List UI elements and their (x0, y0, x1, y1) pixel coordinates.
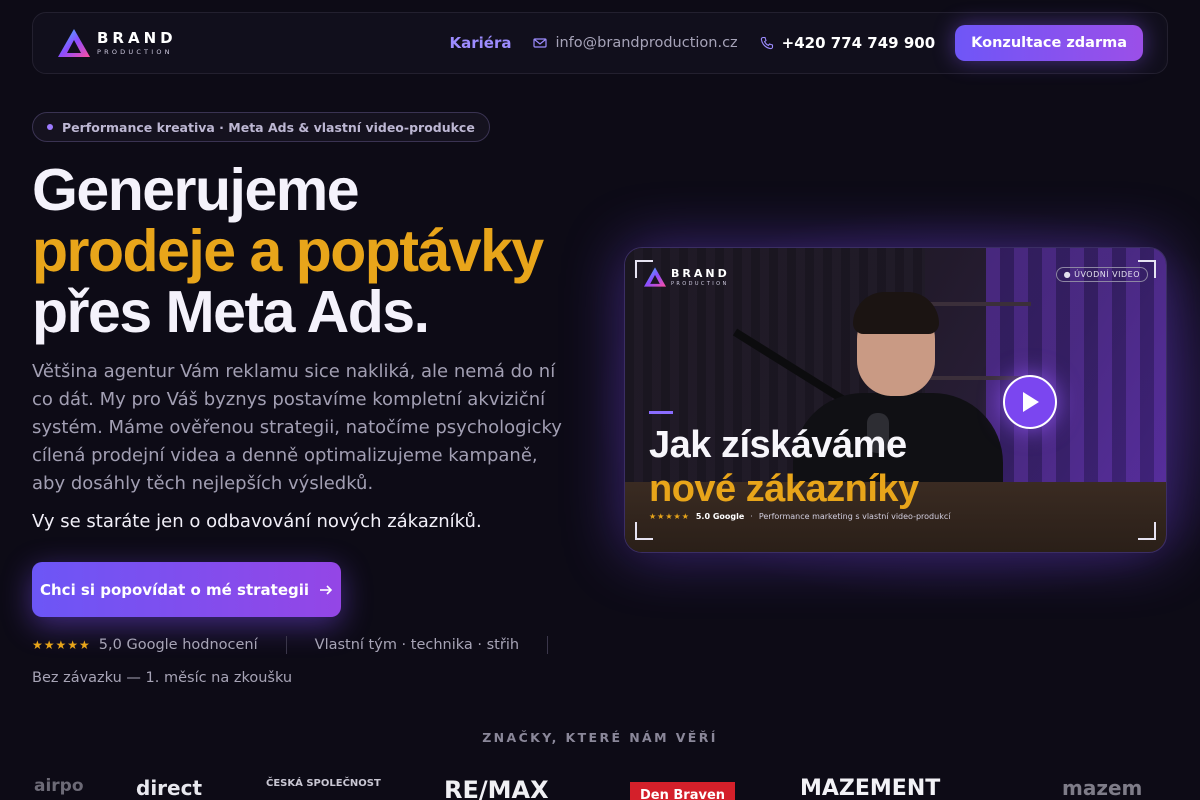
headline-line-2: prodeje a poptávky (32, 218, 544, 284)
brand-logo-item: MAZEMENT (800, 776, 941, 800)
nav-link-careers[interactable]: Kariéra (449, 34, 511, 52)
video-title-accent (649, 411, 673, 414)
hero-lead-emphasis: Vy se staráte jen o odbavování nových zá… (32, 511, 482, 532)
brand-logo-item: airpo (34, 776, 84, 796)
google-rating-text: 5,0 Google hodnocení (98, 637, 258, 653)
nav-phone-link[interactable]: +420 774 749 900 (782, 34, 935, 52)
video-person-hair (853, 292, 939, 334)
brand-logo[interactable]: BRAND PRODUCTION (57, 27, 177, 59)
strategy-call-button[interactable]: Chci si popovídat o mé strategii (32, 562, 341, 617)
play-button[interactable] (1003, 375, 1057, 429)
mail-icon (533, 38, 548, 48)
video-logo-subtitle: PRODUCTION (671, 280, 729, 287)
video-logo-icon (644, 267, 666, 287)
video-rating: 5.0 Google (695, 512, 745, 521)
hero-lead-paragraph: Většina agentur Vám reklamu sice nakliká… (32, 361, 562, 494)
free-consultation-button[interactable]: Konzultace zdarma (955, 25, 1143, 61)
video-title-line-1: Jak získáváme (649, 424, 907, 466)
pill-text: Performance kreativa · Meta Ads & vlastn… (62, 119, 475, 135)
hero-tagline-pill: Performance kreativa · Meta Ads & vlastn… (32, 112, 490, 142)
pill-dot-icon (47, 124, 53, 130)
video-meta-separator: · (750, 512, 753, 521)
trial-text: Bez závazku — 1. měsíc na zkoušku (32, 670, 293, 686)
trusted-brands-heading: ZNAČKY, KTERÉ NÁM VĚŘÍ (482, 730, 718, 745)
divider (285, 636, 287, 654)
frame-corner-icon (635, 522, 653, 540)
brand-logo-item: mazem (1062, 776, 1143, 800)
brand-logo-item: RE/MAX (444, 776, 549, 800)
brand-logo-item: ČESKÁ SPOLEČNOST (266, 778, 381, 789)
team-text: Vlastní tým · technika · střih (314, 637, 520, 653)
divider (547, 636, 549, 654)
logo-subtitle: PRODUCTION (97, 47, 173, 56)
brand-logo-item: Den Braven (630, 782, 736, 800)
brand-logo-item: direct (136, 776, 203, 800)
trust-indicators: ★★★★★ 5,0 Google hodnocení Vlastní tým ·… (32, 636, 576, 654)
headline-line-3: přes Meta Ads. (32, 279, 430, 345)
rating-stars-icon: ★★★★★ (32, 638, 91, 652)
video-logo-wordmark: BRAND (671, 266, 730, 280)
video-meta: ★★★★★ 5.0 Google · Performance marketing… (649, 512, 950, 521)
intro-video-badge: ● ÚVODNÍ VIDEO (1055, 267, 1148, 282)
intro-video-player[interactable]: BRAND PRODUCTION ● ÚVODNÍ VIDEO Jak získ… (624, 247, 1167, 553)
headline-line-1: Generujeme (32, 157, 360, 223)
logo-wordmark: BRAND (97, 28, 177, 47)
nav-email-link[interactable]: info@brandproduction.cz (555, 35, 737, 51)
strategy-call-label: Chci si popovídat o mé strategii (39, 580, 310, 599)
video-title-line-2: nové zákazníky (649, 468, 919, 510)
video-brand-logo: BRAND PRODUCTION (643, 266, 730, 288)
brand-logo-icon (58, 29, 90, 57)
hero-headline: Generujeme prodeje a poptávky přes Meta … (32, 157, 544, 345)
play-icon (1023, 392, 1039, 412)
top-navigation: BRAND PRODUCTION Kariéra info@brandprodu… (32, 12, 1168, 74)
arrow-right-icon (320, 584, 333, 595)
video-meta-desc: Performance marketing s vlastní video-pr… (758, 512, 951, 521)
phone-icon (760, 36, 773, 50)
frame-corner-icon (1138, 522, 1156, 540)
video-stars-icon: ★★★★★ (649, 512, 690, 521)
